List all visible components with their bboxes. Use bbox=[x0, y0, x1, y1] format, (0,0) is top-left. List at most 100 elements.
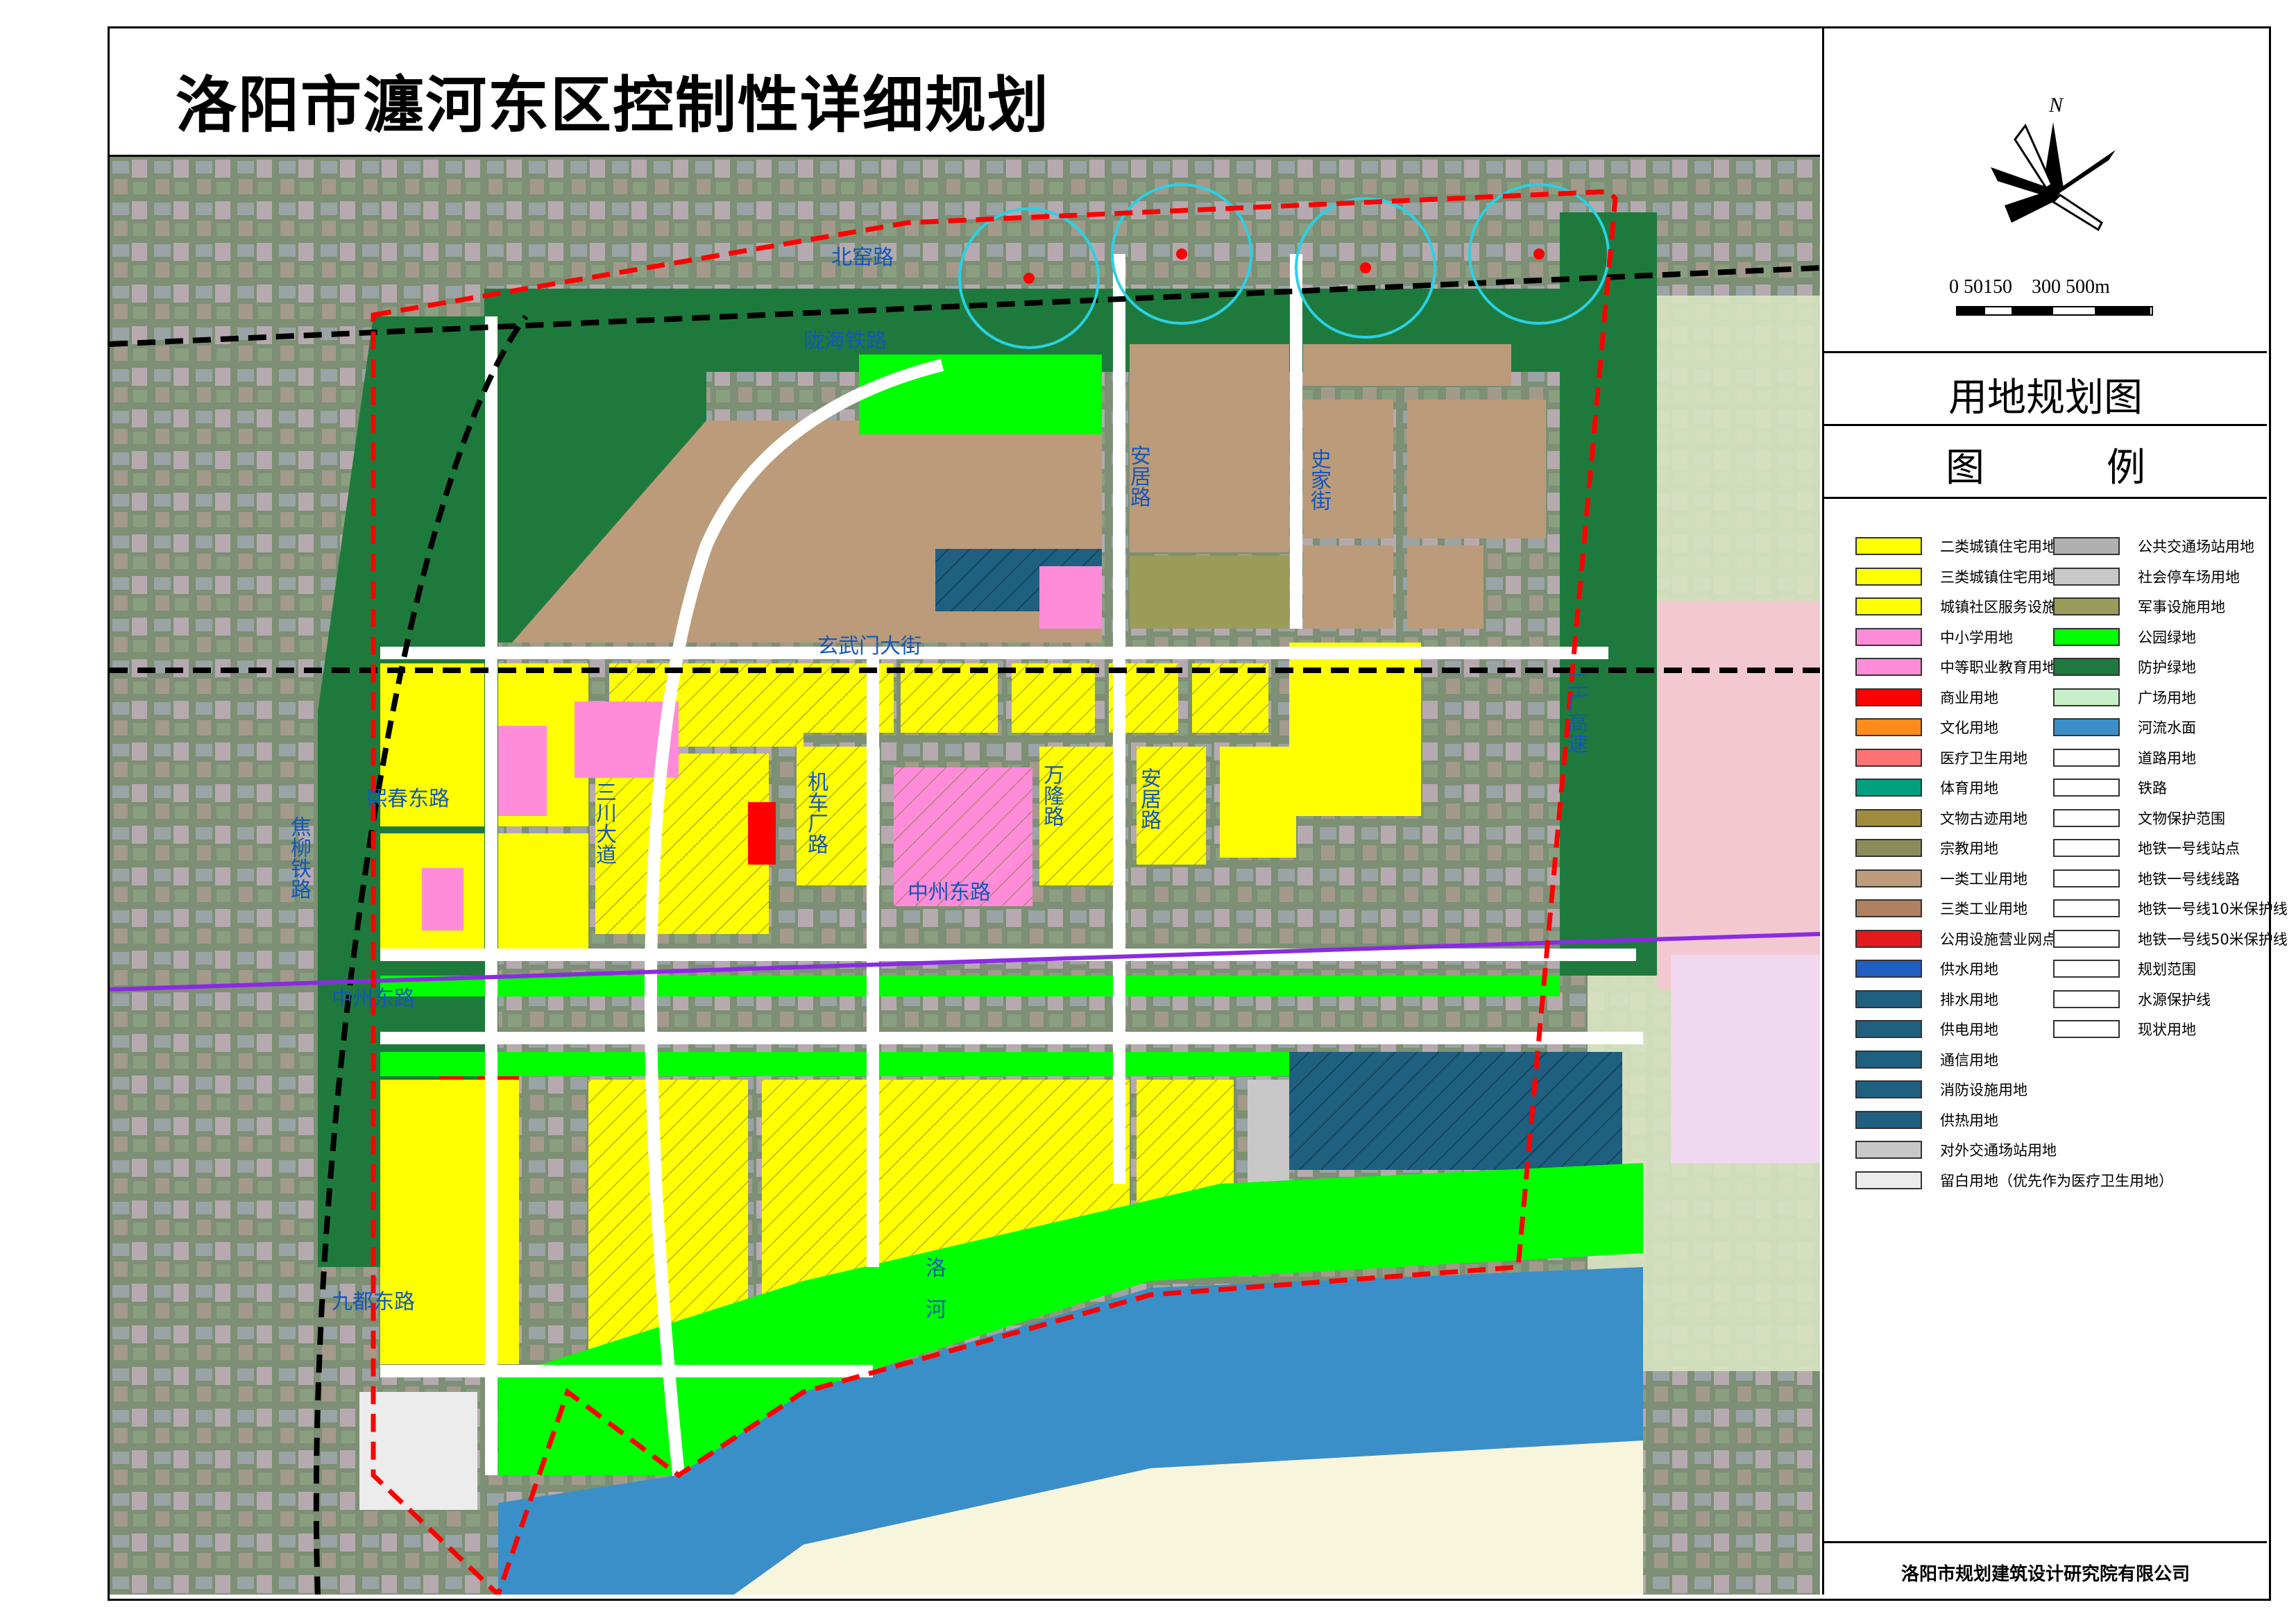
legend-label: 公园绿地 bbox=[2138, 629, 2196, 646]
residential-block-8h bbox=[1192, 663, 1268, 733]
legend-swatch bbox=[2053, 688, 2120, 706]
panel-divider-2 bbox=[1824, 424, 2267, 426]
scale-bar-seg-3 bbox=[2095, 307, 2150, 314]
label-beiyao-road: 北窑路 bbox=[831, 246, 894, 270]
legend-label: 水源保护线 bbox=[2138, 991, 2211, 1008]
north-arrow-icon: N bbox=[1991, 94, 2116, 232]
legend-label: 通信用地 bbox=[1940, 1051, 1998, 1069]
school-vocational bbox=[1039, 566, 1102, 629]
residential-block-5h bbox=[901, 663, 998, 733]
legend-label: 道路用地 bbox=[2138, 749, 2196, 767]
legend-swatch bbox=[1855, 1141, 1922, 1159]
legend-label: 公用设施营业网点 bbox=[1940, 931, 2057, 948]
legend-label: 体育用地 bbox=[1940, 780, 1998, 797]
label-anju-road-2: 安居路 bbox=[1137, 767, 1161, 830]
label-jiche-road: 机车厂路 bbox=[803, 771, 828, 854]
legend-swatch bbox=[1855, 567, 1922, 586]
label-zhongzhou-east-2: 中州东路 bbox=[332, 987, 415, 1011]
legend-label: 宗教用地 bbox=[1940, 840, 1998, 857]
panel-divider-1 bbox=[1824, 351, 2267, 353]
park-north bbox=[859, 355, 1102, 434]
legend-swatch bbox=[1855, 808, 1922, 827]
legend-swatch bbox=[1855, 869, 1922, 887]
label-zhongzhou-east-1: 中州东路 bbox=[908, 881, 991, 905]
aerial-east-lilac bbox=[1671, 955, 1820, 1163]
legend-swatch bbox=[2053, 839, 2120, 857]
industrial-m1-d bbox=[1407, 400, 1546, 538]
legend-label: 现状用地 bbox=[2138, 1021, 2196, 1038]
legend-swatch bbox=[2053, 658, 2120, 676]
label-wanlong-road: 万隆路 bbox=[1039, 764, 1064, 826]
legend-swatch bbox=[2053, 929, 2120, 948]
legend-heading: 图 例 bbox=[1946, 445, 2187, 491]
residential-south-1 bbox=[380, 1080, 519, 1364]
label-xichun-road: 熙春东路 bbox=[366, 787, 450, 811]
legend-label: 中小学用地 bbox=[1940, 629, 2013, 646]
legend-label: 二类城镇住宅用地 bbox=[1940, 538, 2057, 555]
legend-swatch bbox=[2053, 627, 2120, 646]
legend-label: 供水用地 bbox=[1940, 961, 1998, 978]
south-white-land bbox=[359, 1392, 477, 1510]
legend-swatch bbox=[2053, 779, 2120, 797]
scale-bar: 0 50150 300 500m bbox=[1949, 264, 2157, 341]
school-1 bbox=[498, 726, 547, 816]
legend-label: 供热用地 bbox=[1940, 1112, 1998, 1129]
label-anju-road-1: 安居路 bbox=[1126, 445, 1150, 507]
legend-label: 地铁一号线10米保护线 bbox=[2138, 901, 2288, 917]
legend-swatch bbox=[1855, 627, 1922, 646]
green-zhongzhou-north bbox=[380, 976, 1560, 996]
legend-swatch bbox=[1855, 1171, 1922, 1189]
legend-swatch bbox=[1855, 899, 1922, 917]
utility-south-h bbox=[1289, 1052, 1622, 1170]
legend-label: 文物古迹用地 bbox=[1940, 810, 2027, 827]
residential-block-6h bbox=[1012, 663, 1095, 733]
legend-label: 三类城镇住宅用地 bbox=[1940, 568, 2057, 586]
legend-swatch bbox=[2053, 808, 2120, 827]
legend-label: 河流水面 bbox=[2138, 720, 2196, 736]
label-sanchuan-avenue: 三川大道 bbox=[592, 781, 616, 865]
industrial-m1-a bbox=[1130, 344, 1289, 552]
legend-swatch bbox=[2053, 869, 2120, 887]
label-jiudu-road: 九都东路 bbox=[332, 1290, 415, 1314]
legend-label: 地铁一号线50米保护线 bbox=[2138, 931, 2288, 948]
legend-label: 城镇社区服务设施 bbox=[1940, 599, 2057, 615]
legend-label: 铁路 bbox=[2138, 780, 2167, 797]
legend-swatch bbox=[2053, 567, 2120, 586]
legend-swatch bbox=[1855, 960, 1922, 978]
page-title: 洛阳市瀍河东区控制性详细规划 bbox=[176, 69, 1051, 141]
legend-swatch bbox=[1855, 779, 1922, 797]
industrial-m1-b bbox=[1303, 344, 1511, 386]
military-land bbox=[1130, 556, 1289, 629]
legend-swatch bbox=[2053, 748, 2120, 767]
label-shijia-street: 史家街 bbox=[1307, 448, 1331, 511]
panel-divider-3 bbox=[1824, 497, 2267, 499]
legend-label: 规划范围 bbox=[2138, 961, 2196, 978]
label-luo-river: 洛 河 bbox=[921, 1257, 946, 1319]
legend-swatch bbox=[2053, 597, 2120, 615]
legend-swatch bbox=[1855, 688, 1922, 706]
legend-swatch bbox=[1855, 597, 1922, 615]
legend-label: 对外交通场站用地 bbox=[1940, 1142, 2057, 1159]
legend-swatch bbox=[1855, 929, 1922, 948]
aerial-east-pink bbox=[1657, 601, 1820, 989]
industrial-m1-f bbox=[1407, 545, 1483, 629]
legend-label: 供电用地 bbox=[1940, 1021, 1998, 1038]
scale-label: 0 50150 300 500m bbox=[1949, 276, 2110, 298]
residential-block-11 bbox=[498, 833, 588, 955]
legend-swatch bbox=[1855, 1080, 1922, 1098]
label-erguang-expressway: 二广高速 bbox=[1563, 670, 1588, 754]
legend-label: 一类工业用地 bbox=[1940, 870, 2027, 887]
legend-label: 军事设施用地 bbox=[2138, 599, 2225, 615]
legend-swatch bbox=[2053, 960, 2120, 978]
organization-name: 洛阳市规划建筑设计研究院有限公司 bbox=[1900, 1564, 2190, 1585]
legend-label: 广场用地 bbox=[2138, 689, 2196, 706]
legend-swatch bbox=[2053, 899, 2120, 917]
legend-swatch bbox=[1855, 1050, 1922, 1069]
legend-swatch bbox=[2053, 989, 2120, 1008]
residential-block-12h bbox=[595, 754, 769, 934]
legend-label: 医疗卫生用地 bbox=[1940, 749, 2027, 767]
land-use-map[interactable]: 陇海铁路 玄武门大街 中州东路 中州东路 熙春东路 九都东路 三川大道 机车厂路… bbox=[110, 157, 1820, 1595]
legend-label: 留白用地（优先作为医疗卫生用地） bbox=[1940, 1172, 2173, 1189]
legend-label: 三类工业用地 bbox=[1940, 901, 2027, 917]
legend-label: 文物保护范围 bbox=[2138, 810, 2225, 827]
